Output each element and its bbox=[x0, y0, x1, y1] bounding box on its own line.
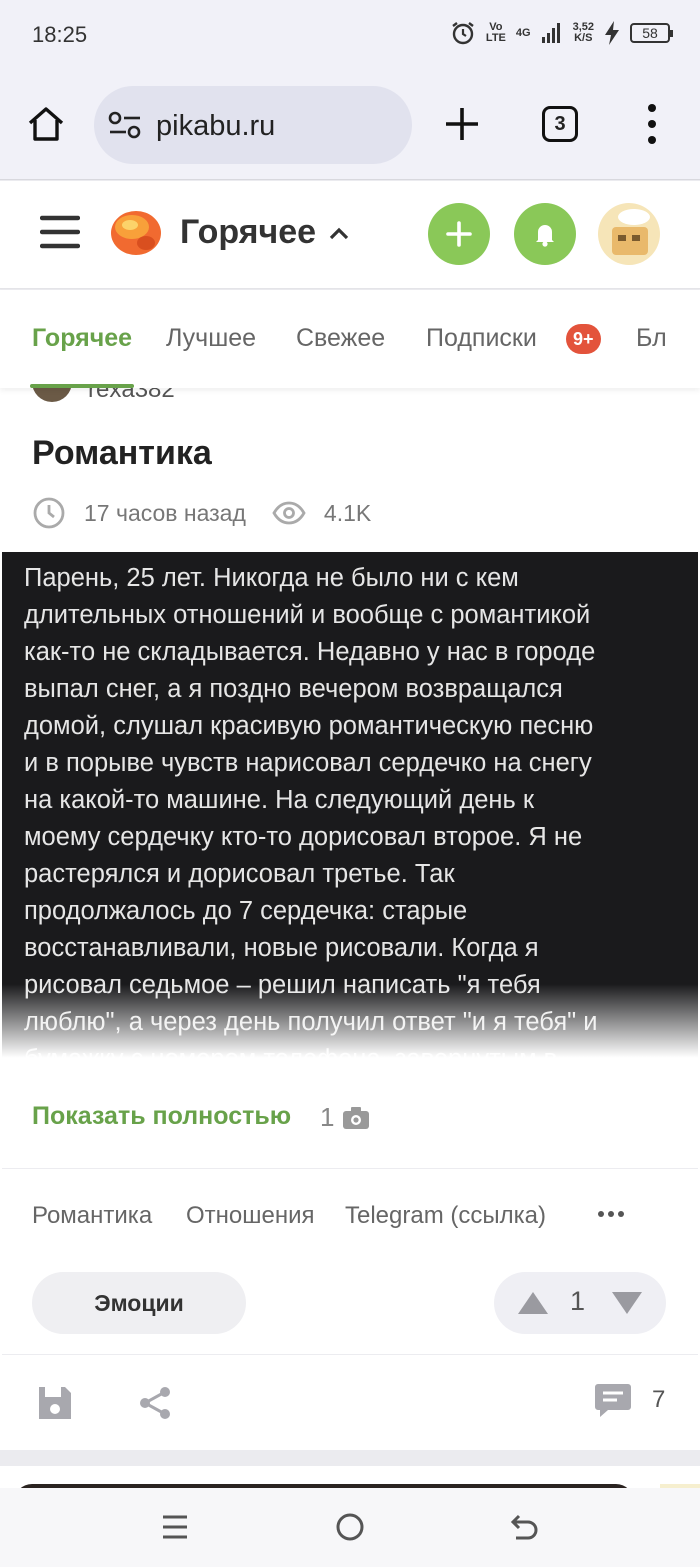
plus-icon bbox=[446, 221, 472, 247]
back-icon[interactable] bbox=[508, 1510, 542, 1544]
address-bar[interactable]: pikabu.ru bbox=[94, 86, 412, 164]
home-nav-icon[interactable] bbox=[333, 1510, 367, 1544]
image-count: 1 bbox=[320, 1102, 370, 1133]
recent-apps-icon[interactable] bbox=[158, 1510, 192, 1544]
status-time: 18:25 bbox=[32, 22, 88, 47]
pikabu-logo[interactable] bbox=[106, 205, 162, 261]
divider bbox=[2, 1168, 698, 1169]
site-settings-icon[interactable] bbox=[108, 110, 142, 140]
content-fade bbox=[2, 984, 698, 1064]
post-image[interactable]: Парень, 25 лет. Никогда не было ни с кем… bbox=[2, 552, 698, 1064]
image-count-value: 1 bbox=[320, 1102, 335, 1132]
feed-tabs: Горячее Лучшее Свежее Подписки 9+ Бл bbox=[0, 290, 700, 388]
tab-hot[interactable]: Горячее bbox=[32, 324, 132, 353]
home-icon[interactable] bbox=[26, 104, 66, 144]
camera-icon bbox=[343, 1106, 370, 1129]
url-text[interactable]: pikabu.ru bbox=[156, 110, 275, 143]
active-tab-indicator bbox=[30, 384, 134, 388]
downvote-icon[interactable] bbox=[610, 1290, 644, 1316]
emotions-button[interactable]: Эмоции bbox=[32, 1272, 246, 1334]
eye-icon bbox=[272, 501, 306, 525]
system-navigation-bar bbox=[0, 1488, 700, 1567]
tab-fresh[interactable]: Свежее bbox=[296, 324, 385, 353]
add-post-button[interactable] bbox=[428, 203, 490, 265]
share-icon[interactable] bbox=[136, 1384, 174, 1422]
tab-blogs[interactable]: Бл bbox=[636, 324, 667, 353]
notifications-button[interactable] bbox=[514, 203, 576, 265]
user-avatar[interactable] bbox=[598, 203, 660, 265]
post-title[interactable]: Романтика bbox=[32, 434, 212, 473]
tag-romance[interactable]: Романтика bbox=[32, 1202, 152, 1230]
volte-indicator: Vo LTE bbox=[485, 21, 506, 44]
tab-switcher-button[interactable]: 3 bbox=[542, 106, 578, 142]
signal-icon bbox=[541, 23, 560, 43]
post-card: rexa382 Романтика 17 часов назад 4.1K Па… bbox=[0, 362, 700, 1450]
show-full-button[interactable]: Показать полностью bbox=[32, 1102, 291, 1131]
charging-icon bbox=[605, 21, 619, 45]
status-icons: Vo LTE 4G 3,52 K/S 58 bbox=[450, 20, 673, 46]
more-tags-icon[interactable] bbox=[596, 1204, 626, 1224]
net-speed: 3,52 K/S bbox=[572, 21, 594, 44]
save-icon[interactable] bbox=[36, 1384, 74, 1422]
rating-value: 1 bbox=[570, 1286, 586, 1316]
tag-telegram[interactable]: Telegram (ссылка) bbox=[345, 1202, 546, 1230]
battery-level: 58 bbox=[630, 23, 673, 43]
status-bar: 18:25 Vo LTE 4G 3,52 K/S 58 bbox=[0, 0, 700, 72]
tab-subscriptions[interactable]: Подписки bbox=[426, 324, 537, 353]
bell-icon bbox=[536, 225, 554, 247]
alarm-icon bbox=[452, 22, 474, 45]
chevron-up-icon[interactable] bbox=[328, 223, 350, 245]
clock-icon bbox=[33, 497, 65, 529]
comment-icon[interactable] bbox=[594, 1382, 632, 1418]
comments-count[interactable]: 7 bbox=[652, 1386, 665, 1414]
rating-control: 1 bbox=[494, 1272, 666, 1334]
divider bbox=[2, 1354, 698, 1355]
post-meta: 17 часов назад 4.1K bbox=[32, 496, 371, 530]
network-type: 4G bbox=[515, 26, 531, 39]
post-views: 4.1K bbox=[323, 499, 372, 526]
post-time: 17 часов назад bbox=[84, 499, 246, 526]
site-section-title[interactable]: Горячее bbox=[180, 213, 316, 252]
new-tab-icon[interactable] bbox=[442, 104, 482, 144]
browser-toolbar: pikabu.ru 3 bbox=[0, 72, 700, 180]
browser-menu-icon[interactable] bbox=[640, 102, 664, 146]
tab-best[interactable]: Лучшее bbox=[166, 324, 256, 353]
upvote-icon[interactable] bbox=[516, 1290, 550, 1316]
tag-relationships[interactable]: Отношения bbox=[186, 1202, 315, 1230]
menu-icon[interactable] bbox=[40, 215, 80, 249]
subscriptions-badge: 9+ bbox=[566, 324, 601, 354]
avatar-image bbox=[612, 209, 650, 255]
site-header: Горячее bbox=[0, 181, 700, 289]
